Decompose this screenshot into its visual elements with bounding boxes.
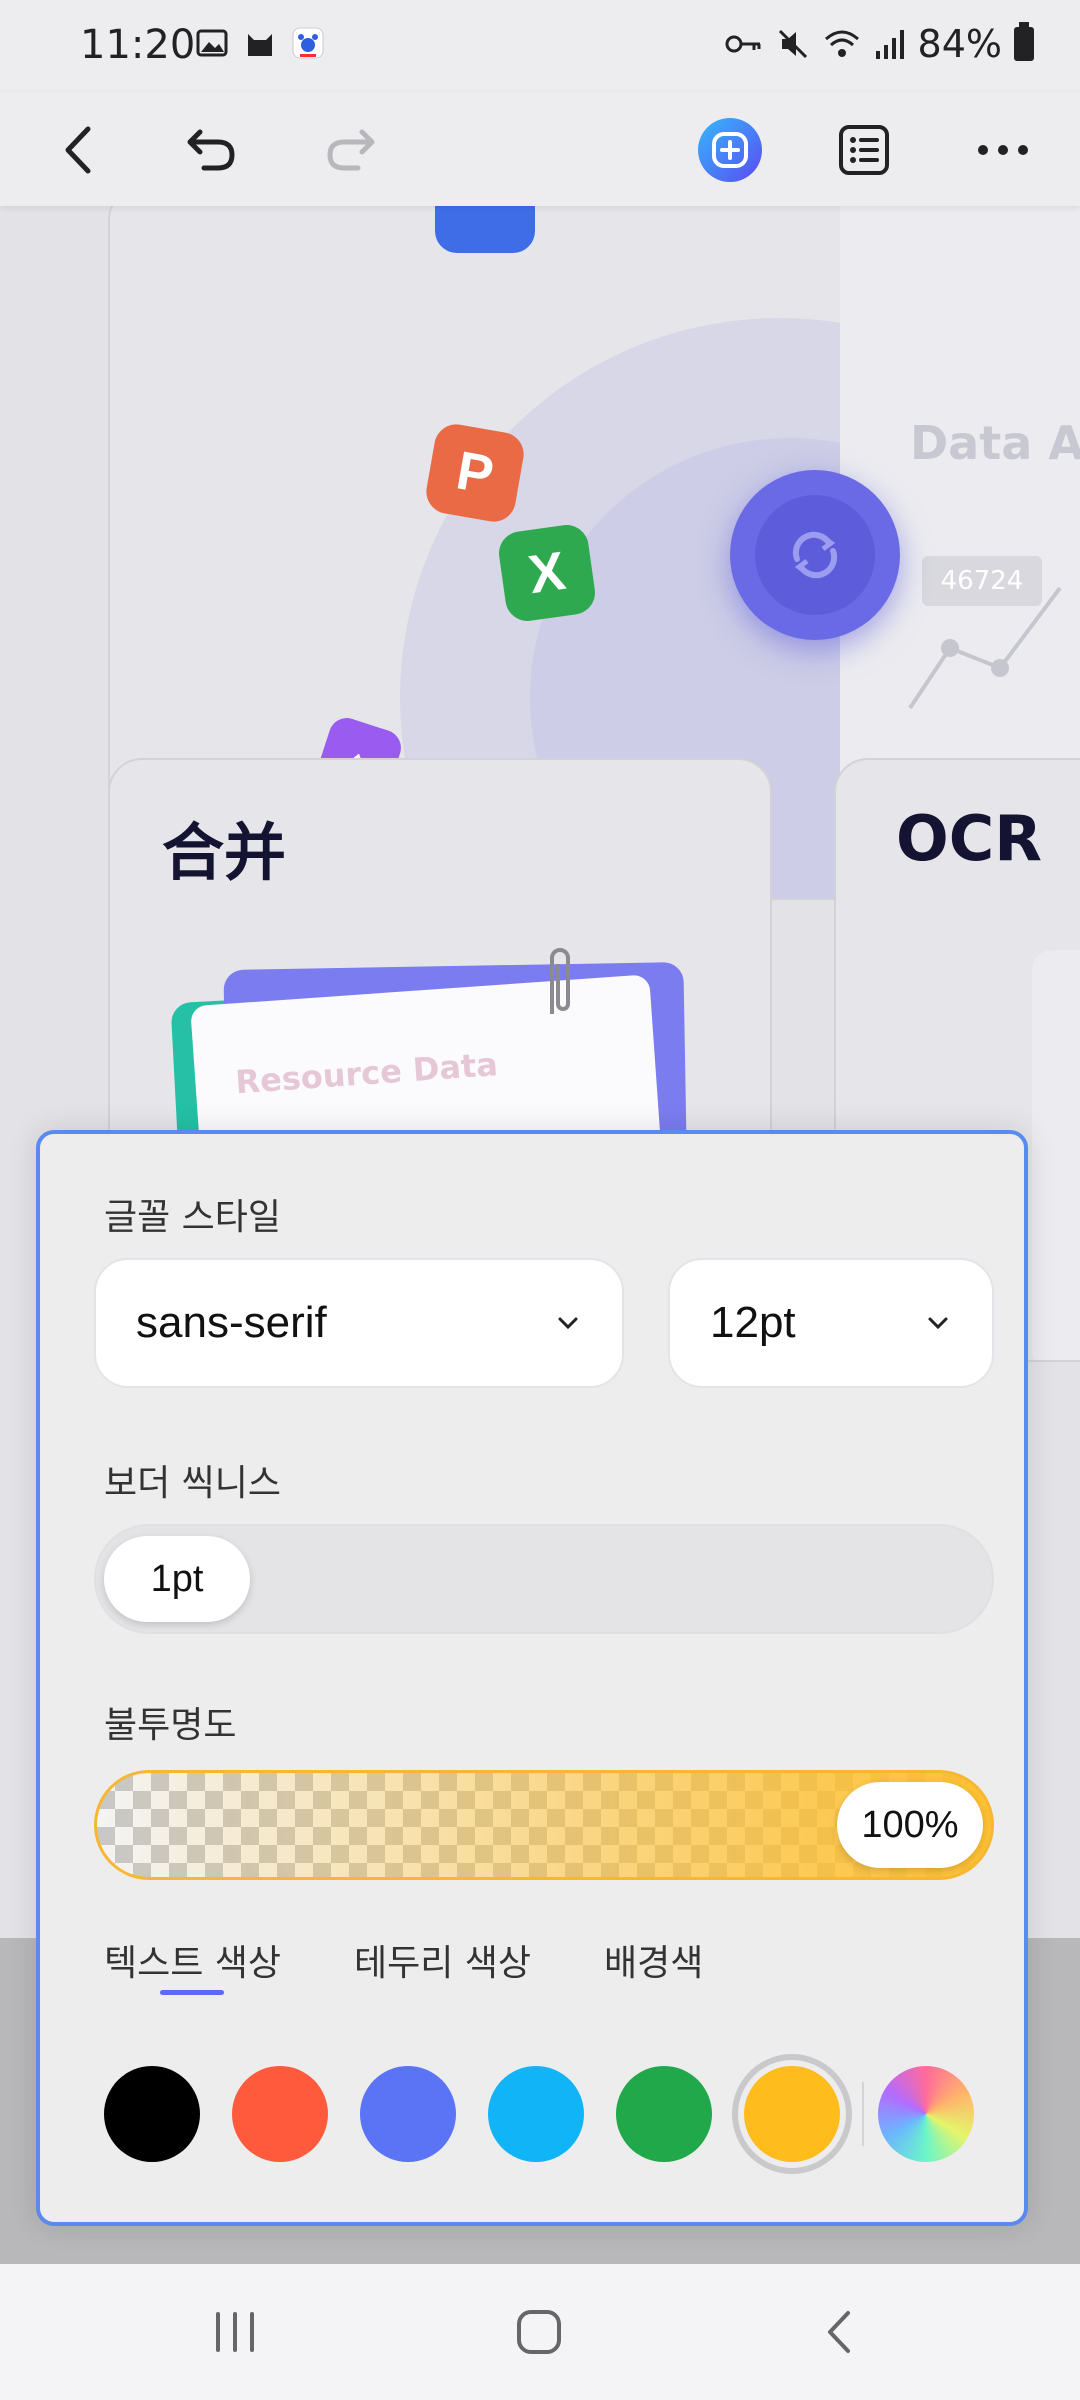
undo-button[interactable] — [172, 110, 252, 190]
nav-back-button[interactable] — [795, 2294, 885, 2370]
swatch-blue[interactable] — [360, 2066, 456, 2162]
merge-paper-text: Resource Data — [234, 1045, 499, 1102]
status-bar: 11:20 84% — [0, 0, 1080, 92]
tab-background-color[interactable]: 배경색 — [604, 1934, 703, 1986]
blue-app-icon — [435, 206, 535, 253]
paperclip-icon — [550, 948, 570, 1014]
tab-selected-indicator — [160, 1990, 224, 1995]
ocr-preview — [1032, 950, 1080, 1360]
chevron-down-icon — [928, 1317, 948, 1330]
font-style-label: 글꼴 스타일 — [104, 1197, 282, 1238]
status-right: 84% — [724, 22, 1034, 66]
border-thickness-value: 1pt — [150, 1557, 204, 1600]
nav-back-icon — [828, 2311, 850, 2353]
font-size-value: 12pt — [710, 1298, 796, 1347]
data-analysis-title: Data Ar — [910, 416, 1080, 470]
redo-button[interactable] — [310, 110, 390, 190]
opacity-slider[interactable]: 100% — [94, 1770, 994, 1880]
back-button[interactable] — [40, 110, 120, 190]
chevron-down-icon — [558, 1317, 578, 1330]
text-format-panel: 글꼴 스타일 sans-serif 12pt 보더 씩니스 1pt 불투명도 1… — [36, 1130, 1028, 2226]
undo-icon — [187, 129, 235, 171]
redo-icon — [327, 129, 375, 171]
swatch-custom-color[interactable] — [878, 2066, 974, 2162]
baidu-icon — [292, 27, 324, 59]
home-button[interactable] — [494, 2294, 584, 2370]
swatch-orange-red[interactable] — [232, 2066, 328, 2162]
swatch-yellow[interactable] — [744, 2066, 840, 2162]
opacity-thumb[interactable]: 100% — [837, 1782, 983, 1868]
font-family-value: sans-serif — [136, 1298, 327, 1347]
wifi-icon — [824, 30, 859, 57]
ppt-app-icon: P — [422, 420, 528, 526]
key-icon — [725, 35, 761, 53]
excel-letter: X — [524, 540, 570, 606]
convert-sync-button — [730, 470, 900, 640]
more-button[interactable] — [963, 110, 1043, 190]
outline-icon — [839, 125, 889, 175]
tab-text-color[interactable]: 텍스트 색상 — [104, 1934, 281, 1986]
border-thickness-label: 보더 씩니스 — [104, 1463, 282, 1504]
ocr-card-title: OCR — [896, 802, 1042, 875]
swatch-sky-blue[interactable] — [488, 2066, 584, 2162]
more-icon — [978, 145, 1028, 155]
opacity-label: 불투명도 — [104, 1705, 237, 1746]
ai-assistant-button[interactable] — [690, 110, 770, 190]
tab-border-color[interactable]: 테두리 색상 — [354, 1934, 531, 1986]
border-thickness-thumb[interactable]: 1pt — [104, 1536, 250, 1622]
cat-icon — [248, 34, 272, 56]
editor-toolbar — [0, 92, 1080, 206]
signal-icon — [875, 30, 904, 59]
swatch-black[interactable] — [104, 2066, 200, 2162]
recents-icon — [216, 2312, 254, 2352]
gallery-icon — [196, 29, 228, 57]
border-thickness-slider[interactable]: 1pt — [94, 1524, 994, 1634]
swatch-green[interactable] — [616, 2066, 712, 2162]
back-icon — [65, 126, 91, 174]
status-time: 11:20 — [80, 22, 196, 68]
sync-icon — [792, 531, 838, 579]
battery-percent: 84% — [917, 22, 1002, 66]
home-icon — [517, 2310, 561, 2354]
status-left-icons — [195, 26, 325, 60]
font-family-dropdown[interactable]: sans-serif — [94, 1258, 624, 1388]
mute-icon — [778, 29, 807, 59]
system-nav-bar — [0, 2264, 1080, 2400]
font-size-dropdown[interactable]: 12pt — [668, 1258, 994, 1388]
excel-app-icon: X — [496, 522, 598, 624]
swatch-divider — [862, 2082, 864, 2146]
ai-assistant-icon — [698, 118, 762, 182]
outline-button[interactable] — [824, 110, 904, 190]
recents-button[interactable] — [190, 2294, 280, 2370]
ppt-letter: P — [452, 440, 498, 506]
merge-card-title: 合并 — [162, 816, 287, 889]
data-value-pill: 46724 — [922, 556, 1042, 606]
battery-icon — [1014, 22, 1034, 61]
opacity-value: 100% — [861, 1803, 959, 1846]
